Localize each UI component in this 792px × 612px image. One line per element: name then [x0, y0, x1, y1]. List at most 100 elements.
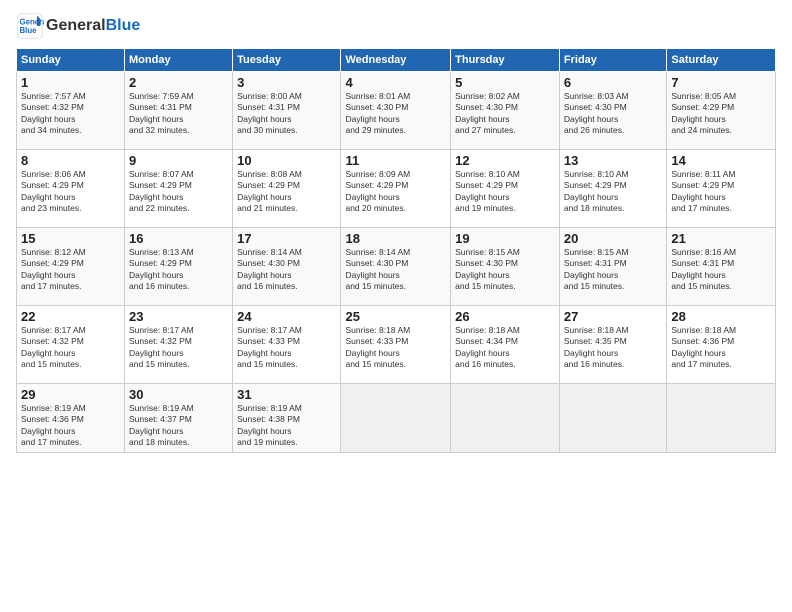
calendar-cell: 11 Sunrise: 8:09 AM Sunset: 4:29 PM Dayl…	[341, 150, 451, 228]
day-info: Sunrise: 8:08 AM Sunset: 4:29 PM Dayligh…	[237, 169, 336, 215]
calendar-cell: 1 Sunrise: 7:57 AM Sunset: 4:32 PM Dayli…	[17, 72, 125, 150]
day-info: Sunrise: 8:15 AM Sunset: 4:30 PM Dayligh…	[455, 247, 555, 293]
calendar-cell: 20 Sunrise: 8:15 AM Sunset: 4:31 PM Dayl…	[559, 228, 666, 306]
day-number: 8	[21, 153, 120, 168]
calendar-cell: 4 Sunrise: 8:01 AM Sunset: 4:30 PM Dayli…	[341, 72, 451, 150]
calendar-cell: 23 Sunrise: 8:17 AM Sunset: 4:32 PM Dayl…	[125, 306, 233, 384]
calendar-cell: 18 Sunrise: 8:14 AM Sunset: 4:30 PM Dayl…	[341, 228, 451, 306]
logo-icon: General Blue	[16, 12, 44, 40]
calendar-body: 1 Sunrise: 7:57 AM Sunset: 4:32 PM Dayli…	[17, 72, 776, 453]
day-info: Sunrise: 8:12 AM Sunset: 4:29 PM Dayligh…	[21, 247, 120, 293]
day-number: 9	[129, 153, 228, 168]
day-info: Sunrise: 8:19 AM Sunset: 4:37 PM Dayligh…	[129, 403, 228, 449]
calendar-cell: 17 Sunrise: 8:14 AM Sunset: 4:30 PM Dayl…	[233, 228, 341, 306]
day-number: 6	[564, 75, 662, 90]
calendar-cell: 19 Sunrise: 8:15 AM Sunset: 4:30 PM Dayl…	[451, 228, 560, 306]
day-info: Sunrise: 8:17 AM Sunset: 4:33 PM Dayligh…	[237, 325, 336, 371]
day-info: Sunrise: 8:19 AM Sunset: 4:36 PM Dayligh…	[21, 403, 120, 449]
calendar-cell: 15 Sunrise: 8:12 AM Sunset: 4:29 PM Dayl…	[17, 228, 125, 306]
calendar-cell: 31 Sunrise: 8:19 AM Sunset: 4:38 PM Dayl…	[233, 384, 341, 453]
weekday-header: Thursday	[451, 49, 560, 72]
day-info: Sunrise: 8:14 AM Sunset: 4:30 PM Dayligh…	[237, 247, 336, 293]
day-info: Sunrise: 8:18 AM Sunset: 4:33 PM Dayligh…	[345, 325, 446, 371]
logo-text: GeneralBlue	[46, 17, 140, 35]
day-info: Sunrise: 8:11 AM Sunset: 4:29 PM Dayligh…	[671, 169, 771, 215]
day-info: Sunrise: 7:57 AM Sunset: 4:32 PM Dayligh…	[21, 91, 120, 137]
calendar-cell: 16 Sunrise: 8:13 AM Sunset: 4:29 PM Dayl…	[125, 228, 233, 306]
calendar-cell: 25 Sunrise: 8:18 AM Sunset: 4:33 PM Dayl…	[341, 306, 451, 384]
day-number: 12	[455, 153, 555, 168]
calendar-week-row: 8 Sunrise: 8:06 AM Sunset: 4:29 PM Dayli…	[17, 150, 776, 228]
weekday-header: Tuesday	[233, 49, 341, 72]
day-number: 19	[455, 231, 555, 246]
day-number: 30	[129, 387, 228, 402]
day-info: Sunrise: 8:15 AM Sunset: 4:31 PM Dayligh…	[564, 247, 662, 293]
calendar-cell: 24 Sunrise: 8:17 AM Sunset: 4:33 PM Dayl…	[233, 306, 341, 384]
weekday-header: Friday	[559, 49, 666, 72]
calendar-cell: 26 Sunrise: 8:18 AM Sunset: 4:34 PM Dayl…	[451, 306, 560, 384]
day-info: Sunrise: 8:17 AM Sunset: 4:32 PM Dayligh…	[21, 325, 120, 371]
day-info: Sunrise: 7:59 AM Sunset: 4:31 PM Dayligh…	[129, 91, 228, 137]
day-info: Sunrise: 8:03 AM Sunset: 4:30 PM Dayligh…	[564, 91, 662, 137]
calendar-cell: 29 Sunrise: 8:19 AM Sunset: 4:36 PM Dayl…	[17, 384, 125, 453]
calendar-cell: 5 Sunrise: 8:02 AM Sunset: 4:30 PM Dayli…	[451, 72, 560, 150]
calendar-cell: 13 Sunrise: 8:10 AM Sunset: 4:29 PM Dayl…	[559, 150, 666, 228]
calendar-cell	[451, 384, 560, 453]
day-info: Sunrise: 8:18 AM Sunset: 4:34 PM Dayligh…	[455, 325, 555, 371]
day-info: Sunrise: 8:01 AM Sunset: 4:30 PM Dayligh…	[345, 91, 446, 137]
calendar-table: SundayMondayTuesdayWednesdayThursdayFrid…	[16, 48, 776, 453]
day-number: 10	[237, 153, 336, 168]
day-number: 11	[345, 153, 446, 168]
day-number: 7	[671, 75, 771, 90]
calendar-cell: 14 Sunrise: 8:11 AM Sunset: 4:29 PM Dayl…	[667, 150, 776, 228]
calendar-cell: 27 Sunrise: 8:18 AM Sunset: 4:35 PM Dayl…	[559, 306, 666, 384]
day-info: Sunrise: 8:02 AM Sunset: 4:30 PM Dayligh…	[455, 91, 555, 137]
calendar-cell: 2 Sunrise: 7:59 AM Sunset: 4:31 PM Dayli…	[125, 72, 233, 150]
day-number: 4	[345, 75, 446, 90]
day-info: Sunrise: 8:18 AM Sunset: 4:35 PM Dayligh…	[564, 325, 662, 371]
calendar-cell	[667, 384, 776, 453]
calendar-week-row: 22 Sunrise: 8:17 AM Sunset: 4:32 PM Dayl…	[17, 306, 776, 384]
day-info: Sunrise: 8:00 AM Sunset: 4:31 PM Dayligh…	[237, 91, 336, 137]
page-header: General Blue GeneralBlue	[16, 12, 776, 40]
weekday-header: Sunday	[17, 49, 125, 72]
weekday-header: Wednesday	[341, 49, 451, 72]
day-number: 18	[345, 231, 446, 246]
day-number: 5	[455, 75, 555, 90]
calendar-cell: 28 Sunrise: 8:18 AM Sunset: 4:36 PM Dayl…	[667, 306, 776, 384]
calendar-cell: 6 Sunrise: 8:03 AM Sunset: 4:30 PM Dayli…	[559, 72, 666, 150]
day-info: Sunrise: 8:05 AM Sunset: 4:29 PM Dayligh…	[671, 91, 771, 137]
day-number: 23	[129, 309, 228, 324]
calendar-week-row: 1 Sunrise: 7:57 AM Sunset: 4:32 PM Dayli…	[17, 72, 776, 150]
day-number: 22	[21, 309, 120, 324]
calendar-cell: 22 Sunrise: 8:17 AM Sunset: 4:32 PM Dayl…	[17, 306, 125, 384]
day-number: 3	[237, 75, 336, 90]
day-info: Sunrise: 8:06 AM Sunset: 4:29 PM Dayligh…	[21, 169, 120, 215]
day-number: 16	[129, 231, 228, 246]
logo: General Blue GeneralBlue	[16, 12, 140, 40]
day-number: 1	[21, 75, 120, 90]
day-number: 17	[237, 231, 336, 246]
calendar-cell: 30 Sunrise: 8:19 AM Sunset: 4:37 PM Dayl…	[125, 384, 233, 453]
day-number: 25	[345, 309, 446, 324]
day-number: 27	[564, 309, 662, 324]
day-info: Sunrise: 8:17 AM Sunset: 4:32 PM Dayligh…	[129, 325, 228, 371]
day-info: Sunrise: 8:16 AM Sunset: 4:31 PM Dayligh…	[671, 247, 771, 293]
calendar-page: General Blue GeneralBlue SundayMondayTue…	[0, 0, 792, 612]
weekday-header: Saturday	[667, 49, 776, 72]
calendar-cell: 9 Sunrise: 8:07 AM Sunset: 4:29 PM Dayli…	[125, 150, 233, 228]
day-info: Sunrise: 8:09 AM Sunset: 4:29 PM Dayligh…	[345, 169, 446, 215]
calendar-week-row: 29 Sunrise: 8:19 AM Sunset: 4:36 PM Dayl…	[17, 384, 776, 453]
day-info: Sunrise: 8:07 AM Sunset: 4:29 PM Dayligh…	[129, 169, 228, 215]
day-number: 29	[21, 387, 120, 402]
day-number: 15	[21, 231, 120, 246]
day-number: 21	[671, 231, 771, 246]
weekday-header: Monday	[125, 49, 233, 72]
day-number: 2	[129, 75, 228, 90]
calendar-cell	[559, 384, 666, 453]
day-info: Sunrise: 8:18 AM Sunset: 4:36 PM Dayligh…	[671, 325, 771, 371]
day-info: Sunrise: 8:13 AM Sunset: 4:29 PM Dayligh…	[129, 247, 228, 293]
calendar-cell: 7 Sunrise: 8:05 AM Sunset: 4:29 PM Dayli…	[667, 72, 776, 150]
calendar-cell: 10 Sunrise: 8:08 AM Sunset: 4:29 PM Dayl…	[233, 150, 341, 228]
day-number: 20	[564, 231, 662, 246]
